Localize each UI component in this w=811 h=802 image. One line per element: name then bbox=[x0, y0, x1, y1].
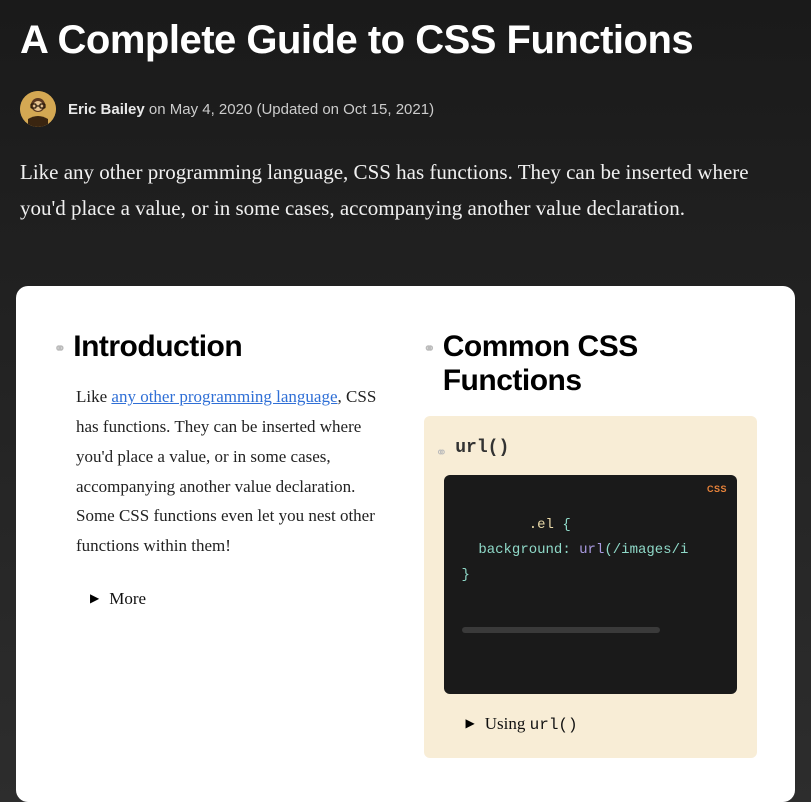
using-pre: Using bbox=[485, 714, 530, 733]
chevron-right-icon: ▶ bbox=[90, 591, 99, 606]
anchor-link-icon[interactable]: ⚭ bbox=[54, 340, 65, 357]
code-property: background bbox=[478, 542, 562, 558]
code-paren-open: ( bbox=[604, 542, 612, 558]
code-language-badge: CSS bbox=[707, 481, 727, 497]
left-column: ⚭ Introduction Like any other programmin… bbox=[54, 330, 388, 757]
anchor-link-icon[interactable]: ⚭ bbox=[424, 340, 435, 357]
page-header: A Complete Guide to CSS Functions Eric B… bbox=[0, 0, 811, 250]
author-name[interactable]: Eric Bailey bbox=[68, 101, 145, 118]
anchor-link-icon[interactable]: ⚭ bbox=[436, 444, 448, 461]
byline-text: Eric Bailey on May 4, 2020 (Updated on O… bbox=[68, 101, 434, 118]
publish-date: on May 4, 2020 (Updated on Oct 15, 2021) bbox=[145, 101, 434, 118]
author-avatar[interactable] bbox=[20, 91, 56, 127]
heading-text: Introduction bbox=[73, 330, 242, 364]
code-section: ⚭ url() CSS .el { background: url(/images… bbox=[424, 416, 758, 757]
heading-text: Common CSS Functions bbox=[443, 330, 757, 398]
using-code: url() bbox=[530, 716, 578, 734]
programming-language-link[interactable]: any other programming language bbox=[111, 387, 337, 406]
content-card: ⚭ Introduction Like any other programmin… bbox=[16, 286, 795, 801]
more-toggle[interactable]: ▶ More bbox=[54, 589, 388, 609]
code-heading: ⚭ url() bbox=[436, 434, 746, 461]
code-brace-open: { bbox=[554, 517, 571, 533]
using-toggle[interactable]: ▶ Using url() bbox=[436, 714, 746, 734]
code-block: CSS .el { background: url(/images/i } bbox=[444, 475, 738, 693]
right-column: ⚭ Common CSS Functions ⚭ url() CSS .el { … bbox=[424, 330, 758, 757]
function-name: url() bbox=[455, 438, 509, 458]
horizontal-scrollbar[interactable] bbox=[462, 627, 660, 633]
code-colon: : bbox=[562, 542, 579, 558]
section-heading-introduction: ⚭ Introduction bbox=[54, 330, 388, 364]
code-brace-close: } bbox=[462, 567, 470, 583]
using-label: Using url() bbox=[485, 714, 578, 734]
introduction-body: Like any other programming language, CSS… bbox=[54, 382, 388, 561]
code-indent bbox=[462, 542, 479, 558]
code-selector: .el bbox=[529, 517, 554, 533]
more-label: More bbox=[109, 589, 146, 609]
page-title: A Complete Guide to CSS Functions bbox=[20, 18, 791, 63]
intro-paragraph: Like any other programming language, CSS… bbox=[20, 155, 780, 226]
byline: Eric Bailey on May 4, 2020 (Updated on O… bbox=[20, 91, 791, 127]
code-argument: /images/i bbox=[613, 542, 689, 558]
section-heading-common: ⚭ Common CSS Functions bbox=[424, 330, 758, 398]
chevron-right-icon: ▶ bbox=[466, 716, 475, 731]
code-function: url bbox=[579, 542, 604, 558]
avatar-icon bbox=[20, 91, 56, 127]
body-pre: Like bbox=[76, 387, 111, 406]
body-post: , CSS has functions. They can be inserte… bbox=[76, 387, 376, 555]
